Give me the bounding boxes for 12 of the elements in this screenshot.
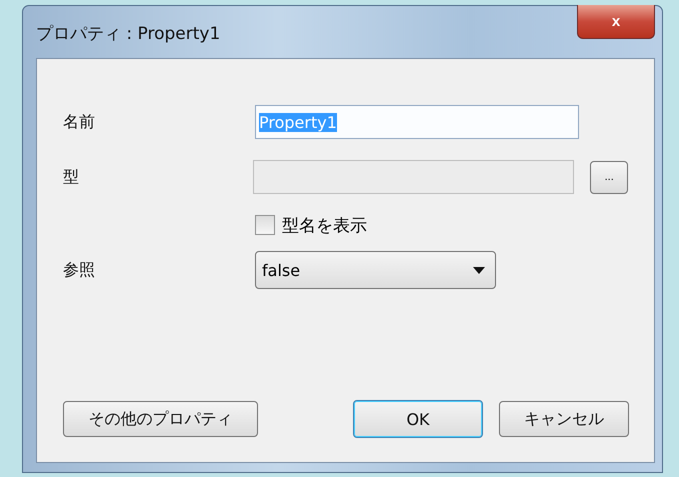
field-label: 参照 xyxy=(63,260,96,280)
field-label: 型 xyxy=(63,166,80,188)
ok-button[interactable]: OK xyxy=(353,400,483,438)
dropdown[interactable]: false xyxy=(255,251,496,289)
field-label: 名前 xyxy=(63,112,96,132)
checkbox-label: 型名を表示 xyxy=(282,214,367,236)
dialog-button[interactable]: その他のプロパティ xyxy=(63,401,258,437)
window-title: プロパティ : Property1 xyxy=(36,23,220,45)
caret-icon xyxy=(473,266,485,274)
close-button[interactable]: x xyxy=(577,5,655,39)
dialog-button[interactable]: キャンセル xyxy=(499,401,629,437)
checkbox[interactable] xyxy=(255,215,275,235)
